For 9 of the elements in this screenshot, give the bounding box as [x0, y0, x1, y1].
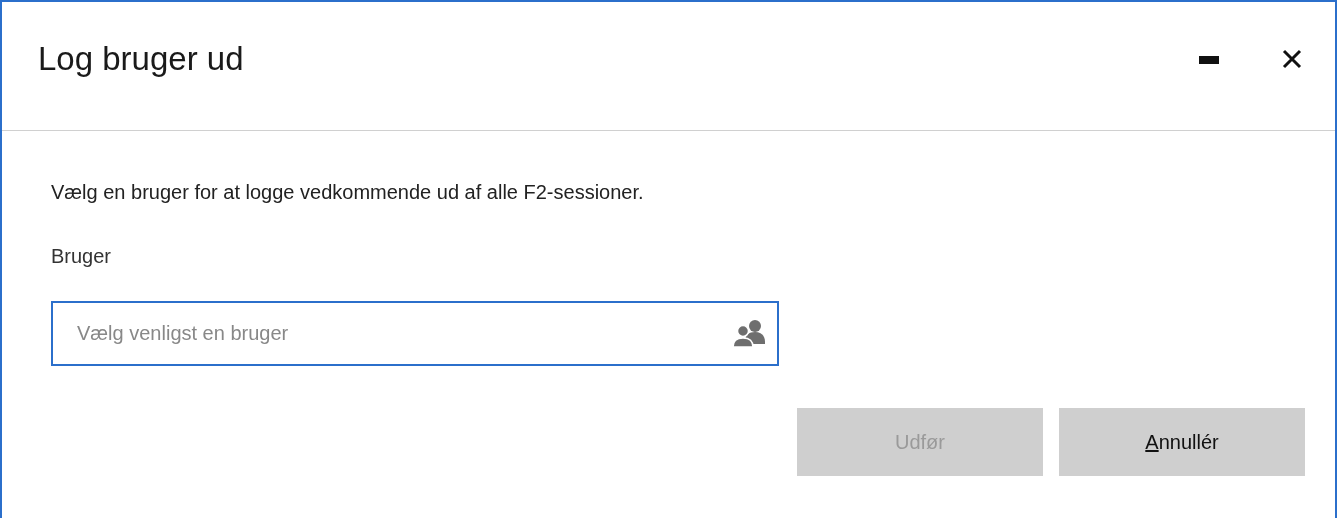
close-icon	[1281, 48, 1303, 70]
minimize-icon	[1199, 56, 1219, 66]
field-label: Bruger	[51, 245, 113, 268]
users-icon	[731, 318, 767, 348]
close-button[interactable]	[1281, 48, 1303, 70]
cancel-button[interactable]: Annullér	[1059, 408, 1305, 476]
window-title: Log bruger ud	[38, 40, 245, 78]
instruction-text: Vælg en bruger for at logge vedkommende ud af alle F2-sessioner.	[51, 181, 645, 204]
user-input-field[interactable]: Vælg venligst en bruger	[51, 301, 779, 366]
